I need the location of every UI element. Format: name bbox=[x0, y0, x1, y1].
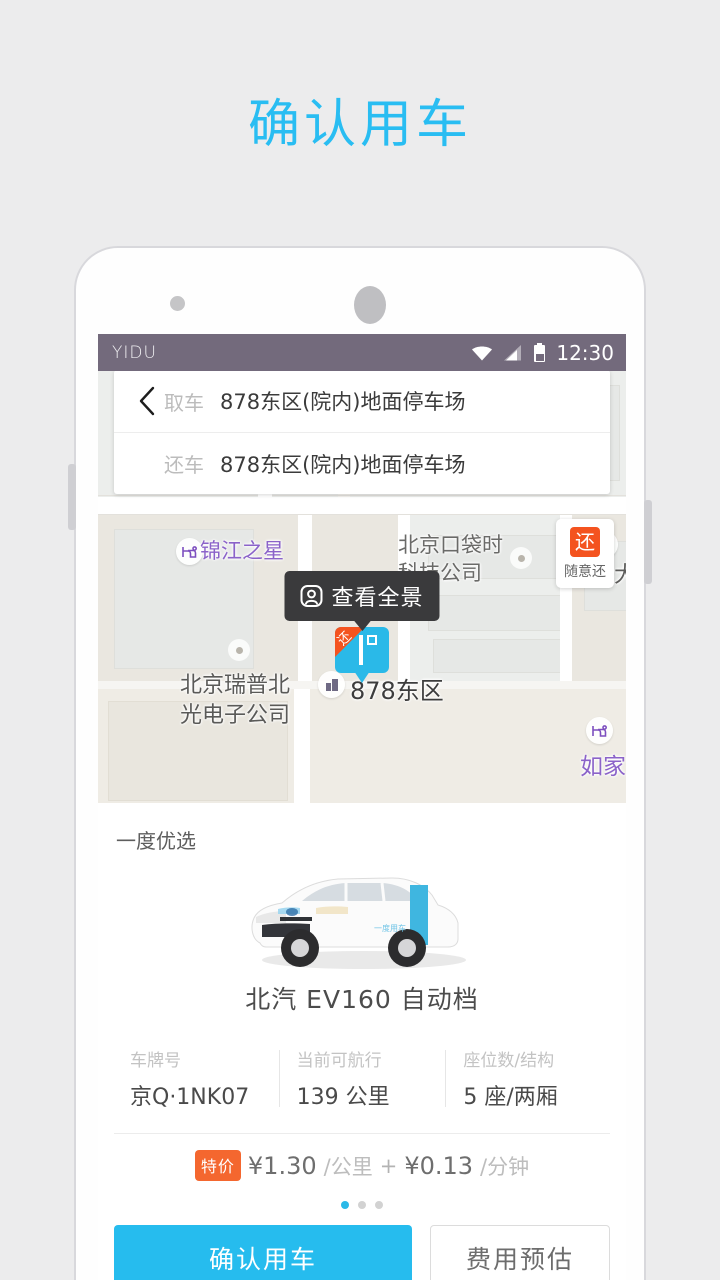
car-image-icon: 一度用车 bbox=[251, 877, 466, 969]
status-carrier-label: YIDU bbox=[112, 342, 157, 363]
battery-icon bbox=[534, 343, 546, 362]
spec-plate: 车牌号 京Q·1NK07 bbox=[112, 1046, 279, 1111]
page-title: 确认用车 bbox=[247, 95, 472, 155]
pin-tail bbox=[354, 671, 370, 683]
phone-speaker-icon bbox=[354, 286, 386, 324]
spec-seats-value: 5 座/两厢 bbox=[463, 1085, 558, 1110]
spec-range-value: 139 公里 bbox=[296, 1085, 390, 1110]
phone-sensor-icon bbox=[170, 296, 185, 311]
spec-seats: 座位数/结构 5 座/两厢 bbox=[445, 1046, 612, 1111]
car-panel: 一度优选 一度用车 北汽 EV160 自动档 车牌号 京Q·1NK07 当前可航… bbox=[98, 803, 626, 1280]
map-label-jinjiang[interactable]: 锦江之星 bbox=[200, 535, 284, 565]
map-view[interactable]: UBP南街 锦江之星 北京口袋时 科技公司 星科大 北京瑞普北 光电子公司 87… bbox=[98, 371, 626, 803]
pin-glyph-bar bbox=[359, 635, 363, 665]
carousel-dot-3[interactable] bbox=[375, 1201, 383, 1209]
price-row: 特价 ¥1.30 /公里 + ¥0.13 /分钟 bbox=[98, 1150, 626, 1181]
map-label-rujia[interactable]: 如家 bbox=[580, 747, 626, 781]
status-clock: 12:30 bbox=[556, 340, 614, 365]
spec-seats-label: 座位数/结构 bbox=[463, 1051, 555, 1071]
pickup-row[interactable]: 取车 878东区(院内)地面停车场 bbox=[114, 371, 610, 432]
panorama-tooltip-label: 查看全景 bbox=[331, 586, 424, 611]
phone-volume-button[interactable] bbox=[644, 500, 652, 584]
map-dot-marker-b[interactable] bbox=[228, 639, 250, 661]
return-label: 还车 bbox=[164, 453, 204, 477]
wifi-icon bbox=[472, 346, 493, 360]
car-photo: 一度用车 bbox=[98, 858, 626, 976]
car-model-name: 北汽 EV160 自动档 bbox=[245, 985, 479, 1014]
back-chevron-icon bbox=[139, 386, 155, 416]
spec-plate-value: 京Q·1NK07 bbox=[130, 1085, 250, 1110]
phone-side-button[interactable] bbox=[68, 464, 76, 530]
confirm-booking-button[interactable]: 确认用车 bbox=[114, 1225, 412, 1280]
spec-range: 当前可航行 139 公里 bbox=[278, 1046, 446, 1111]
free-return-label: 随意还 bbox=[564, 564, 606, 580]
pin-glyph-square bbox=[367, 635, 377, 645]
map-label-ruipu-1: 北京瑞普北 bbox=[180, 673, 291, 698]
hotel-poi-icon-rujia[interactable] bbox=[586, 717, 613, 744]
carousel-dot-2[interactable] bbox=[358, 1201, 366, 1209]
panorama-tooltip[interactable]: 查看全景 bbox=[284, 571, 440, 631]
phone-screen: YIDU 12:30 锦江之星 北京口袋时 科技公司 北京瑞普北 光电子公司 8… bbox=[98, 334, 626, 1280]
car-tag-label: 一度优选 bbox=[116, 829, 196, 853]
price-distance-amount: ¥1.30 bbox=[247, 1151, 317, 1180]
car-specs: 车牌号 京Q·1NK07 当前可航行 139 公里 座位数/结构 5 座/两厢 bbox=[98, 1046, 626, 1111]
hotel-poi-icon[interactable] bbox=[176, 538, 203, 565]
free-return-button[interactable]: 还 随意还 bbox=[556, 519, 614, 588]
return-value: 878东区(院内)地面停车场 bbox=[220, 452, 466, 477]
price-plus-sign: + bbox=[379, 1153, 398, 1178]
phone-frame: YIDU 12:30 锦江之星 北京口袋时 科技公司 北京瑞普北 光电子公司 8… bbox=[68, 246, 652, 1280]
back-button[interactable] bbox=[130, 386, 164, 416]
map-dot-marker-a[interactable] bbox=[510, 547, 532, 569]
pickup-label: 取车 bbox=[164, 390, 204, 415]
panorama-camera-icon bbox=[300, 585, 323, 607]
price-divider bbox=[114, 1133, 610, 1134]
signal-icon bbox=[504, 344, 522, 360]
fare-estimate-button[interactable]: 费用预估 bbox=[430, 1225, 610, 1280]
price-badge: 特价 bbox=[194, 1150, 241, 1181]
route-search-card: 取车 878东区(院内)地面停车场 还车 878东区(院内)地面停车场 bbox=[114, 371, 610, 494]
action-bar: 确认用车 费用预估 bbox=[98, 1209, 626, 1280]
svg-text:一度用车: 一度用车 bbox=[374, 923, 406, 933]
carousel-dot-1[interactable] bbox=[341, 1201, 349, 1209]
carousel-indicator[interactable] bbox=[98, 1201, 626, 1209]
return-icon: 还 bbox=[570, 527, 600, 557]
map-label-koudai-1: 北京口袋时 bbox=[398, 533, 503, 557]
map-label-ruipu-2: 光电子公司 bbox=[180, 703, 291, 728]
pickup-value: 878东区(院内)地面停车场 bbox=[220, 390, 466, 414]
price-time-amount: ¥0.13 bbox=[404, 1151, 474, 1180]
spec-range-label: 当前可航行 bbox=[296, 1051, 382, 1071]
spec-plate-label: 车牌号 bbox=[130, 1051, 181, 1071]
return-row[interactable]: 还车 878东区(院内)地面停车场 bbox=[114, 432, 610, 494]
price-distance-unit: /公里 bbox=[323, 1154, 373, 1179]
price-time-unit: /分钟 bbox=[480, 1154, 530, 1179]
status-bar: YIDU 12:30 bbox=[98, 334, 626, 371]
map-pin-marker[interactable]: 还 bbox=[335, 627, 389, 683]
